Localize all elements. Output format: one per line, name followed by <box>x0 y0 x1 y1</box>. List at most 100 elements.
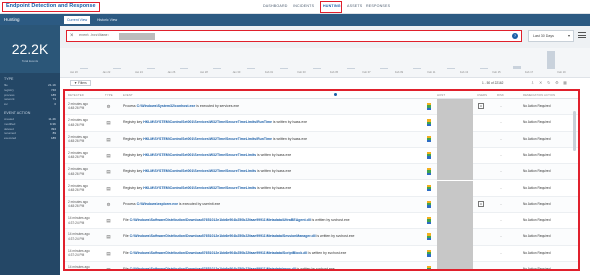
histogram-axis: Jan 20 Jan 22 Jan 24 Jan 26 Jan 28 Jan 30 Feb … <box>60 71 590 76</box>
help-icon[interactable]: ? <box>512 33 518 39</box>
table-row[interactable]: 14 minutes ago4:37:24 PM ▤ File C:\Windows… <box>65 213 578 230</box>
nav-assets[interactable]: ASSETS <box>347 4 362 8</box>
table-row[interactable]: 2 minutes ago 4:48:26 PM ▤ Registry key HKL… <box>65 180 578 197</box>
event-path-link[interactable]: C:\Windows\SoftwareDistribution\Download… <box>130 251 308 255</box>
document-icon: ▤ <box>106 250 111 256</box>
query-input[interactable]: × event.hostName: ? <box>66 30 522 42</box>
histogram-tick: Jan 26 <box>167 71 176 74</box>
event-description[interactable]: Registry key HKLM\SYSTEM\ControlSet001\S… <box>123 169 423 174</box>
table-row[interactable]: 2 minutes ago 4:48:26 PM ⚙ Process C:\Windo… <box>65 196 578 214</box>
table-row[interactable]: 2 minutes ago 4:48:26 PM ▤ Registry key HKL… <box>65 164 578 181</box>
timestamp: 4:48:26 PM <box>68 204 85 209</box>
tab-historic-view[interactable]: Historic View <box>94 16 120 24</box>
delete-icon[interactable]: ✕ <box>538 80 543 85</box>
col-host[interactable]: HOST <box>437 93 445 97</box>
col-detected[interactable]: DETECTED <box>68 93 84 97</box>
timestamp: 4:37:24 PM <box>68 253 85 258</box>
histogram-bar[interactable] <box>146 68 155 69</box>
risk-cell: -- <box>500 185 503 190</box>
redacted-host <box>437 99 473 116</box>
table-row[interactable]: 14 minutes ago4:37:24 PM ▤ File C:\Windows… <box>65 262 578 271</box>
action-row[interactable]: executed 185 <box>4 136 56 141</box>
event-histogram: Jan 20 Jan 22 Jan 24 Jan 26 Jan 28 Jan 30 Feb … <box>60 48 590 78</box>
event-path-link[interactable]: C:\Windows\System32\conhost.exe <box>137 104 196 108</box>
settings-icon[interactable]: ⚙ <box>554 80 559 85</box>
export-icon[interactable]: ⇩ <box>530 80 535 85</box>
nav-incidents[interactable]: INCIDENTS <box>293 4 314 8</box>
event-path-link[interactable]: HKLM\SYSTEM\ControlSet001\Services\W32Ti… <box>143 153 256 157</box>
histogram-bar[interactable] <box>546 51 555 69</box>
clear-icon[interactable]: × <box>70 33 74 39</box>
histogram-bar[interactable] <box>80 68 88 69</box>
tab-current-view[interactable]: Current View <box>64 16 91 24</box>
risk-cell: -- <box>500 267 503 271</box>
histogram-bar[interactable] <box>446 68 455 69</box>
event-suffix: is written by lsass.exe <box>272 136 308 141</box>
col-risk[interactable]: RISK <box>497 93 504 97</box>
event-path-link[interactable]: C:\Windows\SoftwareDistribution\Download… <box>130 218 311 222</box>
table-row[interactable]: 2 minutes ago 4:48:26 PM ▤ Registry key HKL… <box>65 147 578 165</box>
col-remediation[interactable]: REMEDIATION ACTION <box>523 93 555 97</box>
date-range-select[interactable]: Last 30 Days ▾ <box>528 30 574 42</box>
event-suffix: is written by lsass.exe <box>256 185 292 190</box>
event-description[interactable]: Process C:\Windows\System32\conhost.exe … <box>123 104 423 109</box>
histogram-bar[interactable] <box>413 68 422 69</box>
histogram-bar[interactable] <box>380 68 388 69</box>
event-path-link[interactable]: HKLM\SYSTEM\ControlSet001\Services\W32Ti… <box>143 120 272 124</box>
event-description[interactable]: Registry key HKLM\SYSTEM\ControlSet001\S… <box>123 137 423 142</box>
nav-dashboard[interactable]: DASHBOARD <box>263 4 288 8</box>
col-type[interactable]: TYPE <box>105 93 113 97</box>
event-description[interactable]: Registry key HKLM\SYSTEM\ControlSet001\S… <box>123 120 423 125</box>
event-suffix: is written by svchost.exe <box>295 267 335 271</box>
histogram-bar[interactable] <box>113 68 122 69</box>
results-count: 1 - 50 of 22162 <box>482 81 504 85</box>
histogram-bar[interactable] <box>246 68 255 69</box>
histogram-bar[interactable] <box>313 68 322 69</box>
event-description[interactable]: File C:\Windows\SoftwareDistribution\Dow… <box>123 218 423 223</box>
event-description[interactable]: Registry key HKLM\SYSTEM\ControlSet001\S… <box>123 153 423 158</box>
event-path-link[interactable]: HKLM\SYSTEM\ControlSet001\Services\W32Ti… <box>143 137 272 141</box>
table-row[interactable]: 14 minutes ago4:37:24 PM ▤ File C:\Windows… <box>65 229 578 246</box>
table-row[interactable]: 2 minutes ago 4:48:26 PM ▤ Registry key HKL… <box>65 131 578 148</box>
histogram-bar[interactable] <box>280 68 288 69</box>
event-description[interactable]: File C:\Windows\SoftwareDistribution\Dow… <box>123 267 423 271</box>
histogram-tick: Feb 09 <box>395 71 404 74</box>
histogram-bar[interactable] <box>213 68 222 69</box>
detected-cell: 2 minutes ago 4:48:26 PM <box>68 200 88 209</box>
table-row[interactable]: 2 minutes ago 4:48:26 PM ⚙ Process C:\Windo… <box>65 99 578 116</box>
refresh-icon[interactable]: ↻ <box>546 80 551 85</box>
timestamp: 4:48:26 PM <box>68 122 85 127</box>
event-action-section: EVENT ACTION created 11.4K modified 9.3K d… <box>0 107 60 141</box>
timestamp: 4:48:26 PM <box>68 155 85 160</box>
event-description[interactable]: File C:\Windows\SoftwareDistribution\Dow… <box>123 251 423 256</box>
histogram-bar[interactable] <box>480 68 488 69</box>
event-path-link[interactable]: HKLM\SYSTEM\ControlSet001\Services\W32Ti… <box>143 169 256 173</box>
event-description[interactable]: Process C:\Windows\explorer.exe is execu… <box>123 202 423 207</box>
event-prefix: Process <box>123 201 137 206</box>
event-description[interactable]: File C:\Windows\SoftwareDistribution\Dow… <box>123 234 423 239</box>
col-event[interactable]: EVENT <box>123 93 133 97</box>
timestamp: 4:48:26 PM <box>68 139 85 143</box>
menu-icon[interactable] <box>578 32 586 40</box>
filters-button[interactable]: ▼ Filters <box>70 80 91 86</box>
histogram-bar[interactable] <box>346 68 355 69</box>
nav-responses[interactable]: RESPONSES <box>366 4 390 8</box>
document-icon: ▤ <box>106 169 111 175</box>
event-path-link[interactable]: HKLM\SYSTEM\ControlSet001\Services\W32Ti… <box>143 186 256 190</box>
scrollbar[interactable] <box>573 111 576 151</box>
event-path-link[interactable]: C:\Windows\SoftwareDistribution\Download… <box>130 267 296 269</box>
col-users[interactable]: USERS <box>477 93 487 97</box>
event-path-link[interactable]: C:\Windows\explorer.exe <box>137 202 178 206</box>
redacted-host <box>437 229 473 246</box>
event-path-link[interactable]: C:\Windows\SoftwareDistribution\Download… <box>130 234 316 238</box>
table-row[interactable]: 14 minutes ago4:37:24 PM ▤ File C:\Windows… <box>65 245 578 262</box>
event-description[interactable]: Registry key HKLM\SYSTEM\ControlSet001\S… <box>123 186 423 191</box>
action-count: 185 <box>50 136 56 141</box>
columns-icon[interactable]: ▦ <box>563 80 568 85</box>
table-row[interactable]: 2 minutes ago 4:48:26 PM ▤ Registry key HKL… <box>65 115 578 132</box>
event-prefix: File <box>123 250 130 255</box>
event-suffix: is written by lsass.exe <box>256 152 292 157</box>
histogram-bar[interactable] <box>180 68 188 69</box>
filters-label: Filters <box>78 81 87 85</box>
histogram-bar[interactable] <box>513 66 522 69</box>
